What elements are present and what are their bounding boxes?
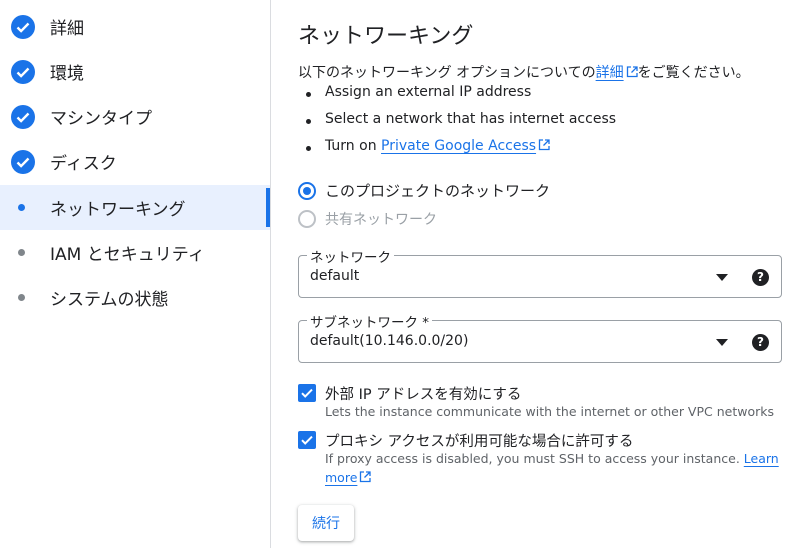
stepper-sidebar: 詳細 環境 マシンタイプ ディスク ネットワーキング IAM とセキュリティ シ…	[0, 0, 271, 548]
external-ip-label: 外部 IP アドレスを有効にする	[325, 387, 522, 403]
external-link-icon	[538, 139, 550, 151]
learn-more-link[interactable]: Learn	[744, 451, 779, 466]
page-title: ネットワーキング	[298, 24, 474, 49]
step-system-health[interactable]: システムの状態	[0, 275, 270, 320]
private-google-access-link[interactable]: Private Google Access	[381, 138, 550, 154]
subnetwork-field-label: サブネットワーク *	[307, 311, 433, 331]
network-select[interactable]: ネットワーク default ?	[298, 246, 782, 298]
current-step-dot-icon	[18, 204, 25, 211]
radio-shared-network[interactable]: 共有ネットワーク	[298, 209, 437, 229]
radio-project-network[interactable]: このプロジェクトのネットワーク	[298, 180, 550, 201]
step-machine-type[interactable]: マシンタイプ	[0, 94, 270, 139]
pending-step-dot-icon	[18, 249, 25, 256]
active-indicator	[266, 188, 270, 227]
external-link-icon	[360, 471, 372, 483]
help-icon[interactable]: ?	[752, 334, 769, 351]
bullet-item: Turn on Private Google Access	[306, 138, 550, 154]
intro-text: 以下のネットワーキング オプションについての詳細 をご覧ください。	[298, 65, 750, 81]
check-circle-icon	[11, 105, 35, 129]
pending-step-dot-icon	[18, 294, 25, 301]
step-label: マシンタイプ	[50, 109, 152, 129]
step-networking[interactable]: ネットワーキング	[0, 185, 270, 230]
check-circle-icon	[11, 15, 35, 39]
radio-unselected-icon[interactable]	[298, 210, 316, 228]
bullet-item: Assign an external IP address	[306, 84, 531, 100]
radio-selected-icon[interactable]	[298, 181, 316, 200]
network-value: default	[310, 268, 360, 284]
help-icon[interactable]: ?	[752, 269, 769, 286]
proxy-access-label: プロキシ アクセスが利用可能な場合に許可する	[325, 434, 634, 450]
step-environment[interactable]: 環境	[0, 49, 270, 94]
continue-button[interactable]: 続行	[298, 505, 354, 541]
step-label: ディスク	[50, 154, 117, 174]
subnetwork-select[interactable]: サブネットワーク * default(10.146.0.0/20) ?	[298, 311, 782, 363]
external-ip-description: Lets the instance communicate with the i…	[325, 404, 774, 419]
step-label: 詳細	[50, 19, 84, 39]
step-details[interactable]: 詳細	[0, 4, 270, 49]
step-label: IAM とセキュリティ	[50, 245, 205, 265]
check-circle-icon	[11, 150, 35, 174]
learn-more-link-cont[interactable]: more	[325, 470, 372, 485]
dropdown-arrow-icon[interactable]	[716, 274, 728, 281]
subnetwork-value: default(10.146.0.0/20)	[310, 333, 469, 349]
step-label: システムの状態	[50, 290, 169, 310]
checkbox-checked-icon[interactable]	[298, 384, 316, 402]
step-label: ネットワーキング	[50, 200, 186, 220]
step-label: 環境	[50, 64, 84, 84]
proxy-access-description: If proxy access is disabled, you must SS…	[325, 451, 779, 466]
step-disks[interactable]: ディスク	[0, 139, 270, 184]
dropdown-arrow-icon[interactable]	[716, 339, 728, 346]
check-circle-icon	[11, 60, 35, 84]
bullet-item: Select a network that has internet acces…	[306, 111, 616, 127]
external-link-icon	[626, 66, 638, 78]
network-field-label: ネットワーク	[307, 246, 394, 266]
checkbox-checked-icon[interactable]	[298, 431, 316, 449]
details-link[interactable]: 詳細	[596, 65, 638, 81]
step-iam-security[interactable]: IAM とセキュリティ	[0, 230, 270, 275]
